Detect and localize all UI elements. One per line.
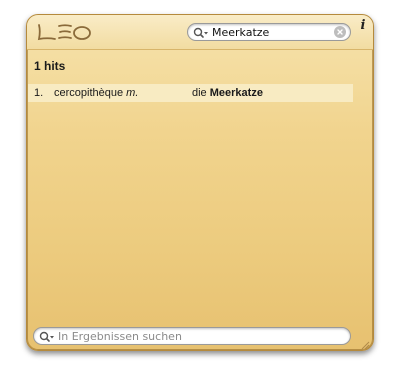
- clear-icon[interactable]: [334, 26, 346, 38]
- source-entry: cercopithèque m.: [54, 87, 138, 99]
- magnifier-dropdown-icon[interactable]: [193, 26, 209, 38]
- hit-count: 1 hits: [34, 59, 66, 73]
- result-row[interactable]: 1. cercopithèque m. die Meerkatze: [28, 84, 353, 102]
- leo-logo: [35, 21, 93, 43]
- target-article: die: [192, 87, 207, 99]
- target-entry: die Meerkatze: [192, 87, 263, 99]
- source-word: cercopithèque: [54, 87, 124, 99]
- leo-widget: Meerkatze i 1 hits 1. cercopithèque m. d…: [26, 14, 374, 351]
- filter-results-input[interactable]: In Ergebnissen suchen: [33, 327, 351, 345]
- source-gender: m.: [126, 87, 139, 99]
- result-index: 1.: [34, 87, 44, 99]
- info-icon[interactable]: i: [358, 19, 368, 33]
- resize-grip-icon[interactable]: [360, 337, 370, 350]
- magnifier-dropdown-icon[interactable]: [39, 330, 55, 342]
- dictionary-search-input[interactable]: Meerkatze: [187, 23, 351, 41]
- search-value: Meerkatze: [212, 26, 270, 39]
- filter-placeholder: In Ergebnissen suchen: [58, 330, 182, 343]
- target-word: Meerkatze: [209, 87, 263, 99]
- title-bar: Meerkatze i: [27, 15, 373, 50]
